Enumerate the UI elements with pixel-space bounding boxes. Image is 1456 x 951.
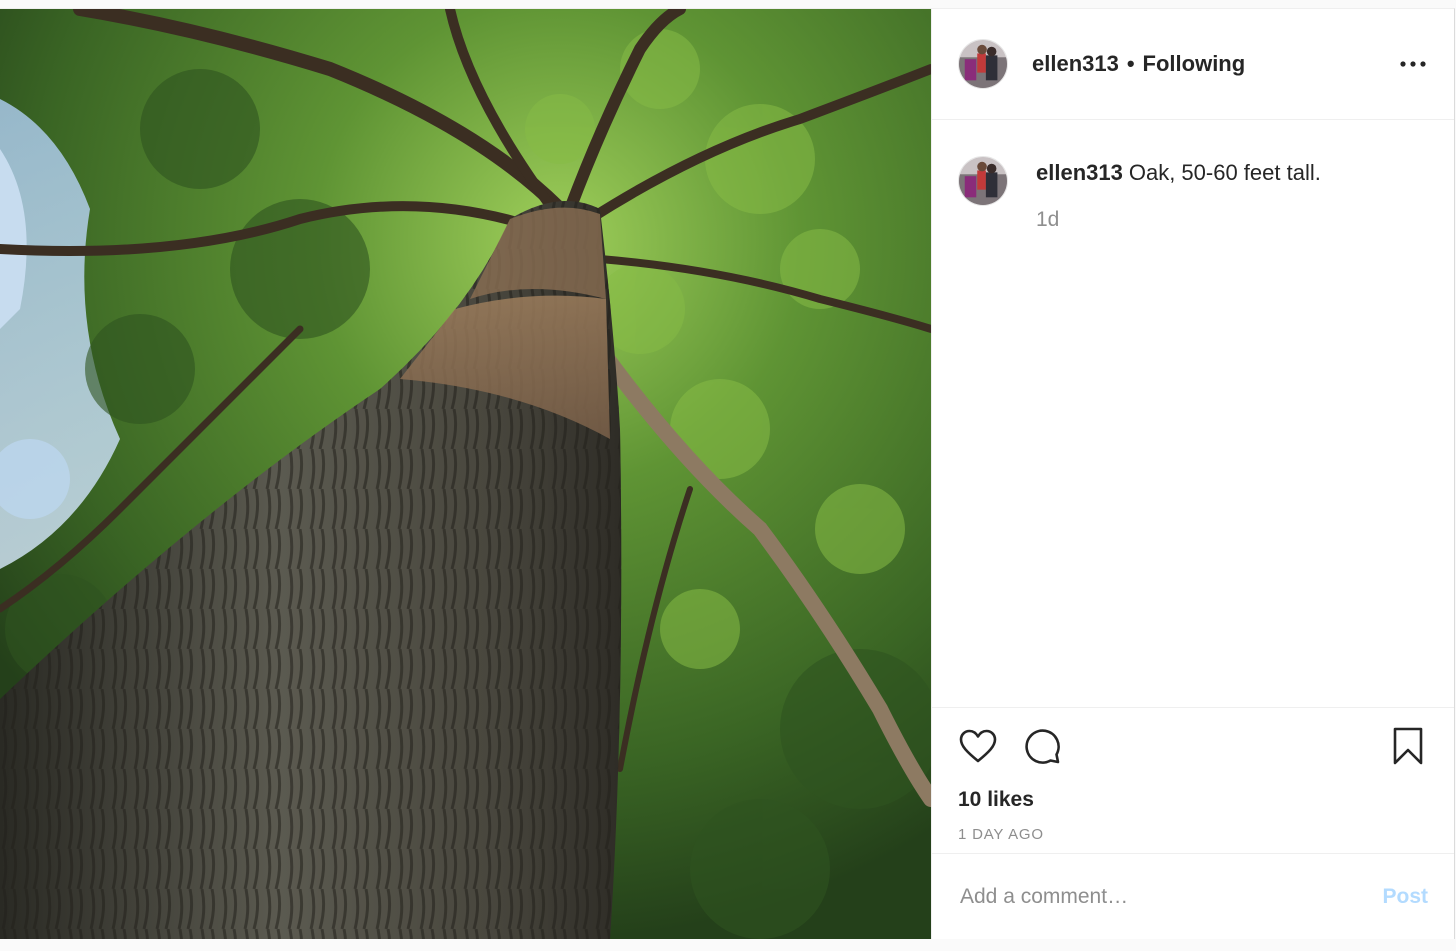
- caption-username-link[interactable]: ellen313: [1036, 160, 1123, 185]
- caption-comment: ellen313 Oak, 50-60 feet tall. 1d: [958, 156, 1428, 232]
- username-link[interactable]: ellen313: [1032, 51, 1119, 77]
- caption-time[interactable]: 1d: [1036, 208, 1321, 232]
- avatar[interactable]: [958, 156, 1008, 206]
- post-actions: 10 likes 1 DAY AGO: [932, 707, 1454, 853]
- comment-icon[interactable]: [1022, 726, 1062, 766]
- separator-dot: •: [1126, 51, 1135, 76]
- caption-text: Oak, 50-60 feet tall.: [1128, 160, 1321, 185]
- post-sidebar: ellen313 • Following ellen313 Oak, 50-60…: [931, 9, 1454, 939]
- post-comment-button[interactable]: Post: [1382, 885, 1428, 909]
- following-button[interactable]: Following: [1143, 51, 1246, 77]
- more-options-icon[interactable]: [1398, 49, 1428, 79]
- post-timestamp[interactable]: 1 DAY AGO: [958, 826, 1428, 843]
- heart-icon[interactable]: [958, 726, 998, 766]
- bookmark-icon[interactable]: [1388, 726, 1428, 766]
- post-header: ellen313 • Following: [932, 9, 1454, 120]
- comment-form: Post: [932, 853, 1454, 939]
- likes-count[interactable]: 10 likes: [958, 788, 1428, 812]
- caption-body: ellen313 Oak, 50-60 feet tall. 1d: [1036, 156, 1321, 232]
- post-card: ellen313 • Following ellen313 Oak, 50-60…: [0, 8, 1455, 939]
- action-icons: [958, 726, 1428, 766]
- comment-input[interactable]: [958, 883, 1383, 910]
- post-photo[interactable]: [0, 9, 931, 939]
- avatar[interactable]: [958, 39, 1008, 89]
- comments-area: ellen313 Oak, 50-60 feet tall. 1d: [932, 120, 1454, 707]
- header-user-info: ellen313 • Following: [1032, 51, 1398, 77]
- oak-tree-photo: [0, 9, 931, 939]
- caption-line: ellen313 Oak, 50-60 feet tall.: [1036, 158, 1321, 188]
